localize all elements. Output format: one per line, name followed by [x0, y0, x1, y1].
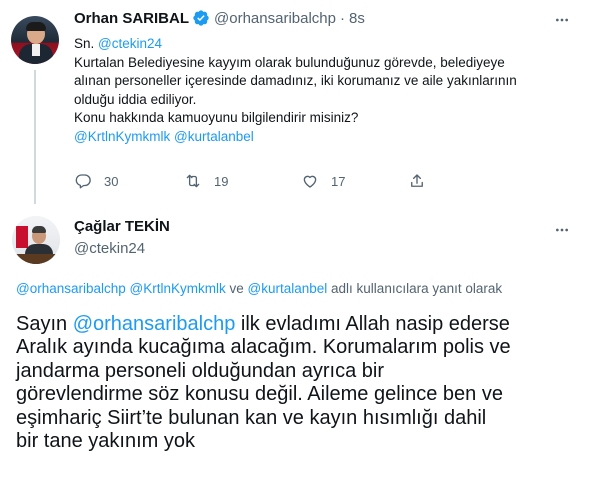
mention-link[interactable]: @orhansaribalchp [73, 313, 236, 335]
mention-link[interactable]: @KrtlnKymkmlk [74, 129, 170, 144]
separator-dot: · [339, 9, 345, 27]
author-name[interactable]: Çağlar TEKİN [74, 218, 170, 235]
share-button[interactable] [408, 172, 426, 190]
thread-connector-line [34, 70, 36, 204]
reply-count: 30 [104, 173, 119, 189]
author-handle[interactable]: @ctekin24 [74, 240, 145, 257]
reply-button[interactable]: 30 [74, 172, 118, 190]
reply-text-line: Aralık ayında kucağıma alacağım. Korumal… [16, 336, 511, 359]
mention-link[interactable]: @KrtlnKymkmlk [130, 281, 226, 296]
reply-text-line: jandarma personeli olduğundan ayrıca bir [16, 359, 385, 382]
reply-bubble-icon [75, 174, 91, 189]
tweet-text-line: alınan personeller içeresinde damadınız,… [74, 73, 517, 89]
tweet-header: Orhan SARIBAL @orhansaribalchp · 8s [74, 8, 365, 28]
author-name[interactable]: Orhan SARIBAL [74, 10, 189, 27]
reply-text-line: Sayın @orhansaribalchp ilk evladımı Alla… [16, 313, 576, 336]
mention-link[interactable]: @kurtalanbel [174, 129, 254, 144]
reply-text-line: eşimhariç Siirt’te bulunan kan ve kayın … [16, 406, 487, 429]
like-count: 17 [331, 173, 346, 189]
text-suffix: ilk evladımı Allah nasip ederse [235, 313, 510, 335]
avatar[interactable] [11, 16, 59, 64]
replying-joiner: ve [225, 281, 248, 296]
timestamp[interactable]: 8s [349, 10, 365, 27]
tweet-text-line: Sn. @ctekin24 [74, 35, 574, 54]
author-handle[interactable]: @orhansaribalchp [214, 10, 336, 27]
mention-link[interactable]: @ctekin24 [98, 36, 162, 51]
share-upload-icon [411, 174, 423, 187]
reply-text-line: görevlendirme söz konusu değil. Aileme g… [16, 383, 503, 406]
tweet-text-line: Kurtalan Belediyesine kayyım olarak bulu… [74, 54, 505, 70]
more-dots-icon[interactable] [554, 222, 570, 238]
heart-icon [303, 175, 317, 188]
tweet-actions: 30 19 17 [74, 172, 494, 194]
text-prefix: Sayın [16, 313, 73, 335]
replying-to: @orhansaribalchp @KrtlnKymkmlk ve @kurta… [16, 281, 502, 296]
tweet-text-line: Konu hakkında kamuoyunu bilgilendirir mi… [74, 110, 359, 126]
reply-text: Sayın @orhansaribalchp ilk evladımı Alla… [16, 313, 576, 453]
retweet-count: 19 [214, 173, 229, 189]
retweet-icon [186, 174, 200, 188]
avatar[interactable] [12, 216, 60, 264]
tweet-mentions-line: @KrtlnKymkmlk @kurtalanbel [74, 128, 574, 147]
retweet-button[interactable]: 19 [184, 172, 228, 190]
more-dots-icon[interactable] [554, 12, 570, 28]
reply-text-line: bir tane yakınım yok [16, 430, 195, 453]
mention-link[interactable]: @orhansaribalchp [16, 281, 126, 296]
tweet-text: Sn. @ctekin24 Kurtalan Belediyesine kayy… [74, 35, 574, 147]
replying-suffix: adlı kullanıcılara yanıt olarak [327, 281, 503, 296]
parent-tweet[interactable]: Orhan SARIBAL @orhansaribalchp · 8s Sn. … [0, 0, 590, 204]
mention-link[interactable]: @kurtalanbel [248, 281, 328, 296]
text-prefix: Sn. [74, 36, 99, 51]
like-button[interactable]: 17 [301, 172, 345, 190]
tweet-text-line: olduğu iddia ediliyor. [74, 91, 197, 107]
verified-badge-icon [193, 10, 209, 26]
